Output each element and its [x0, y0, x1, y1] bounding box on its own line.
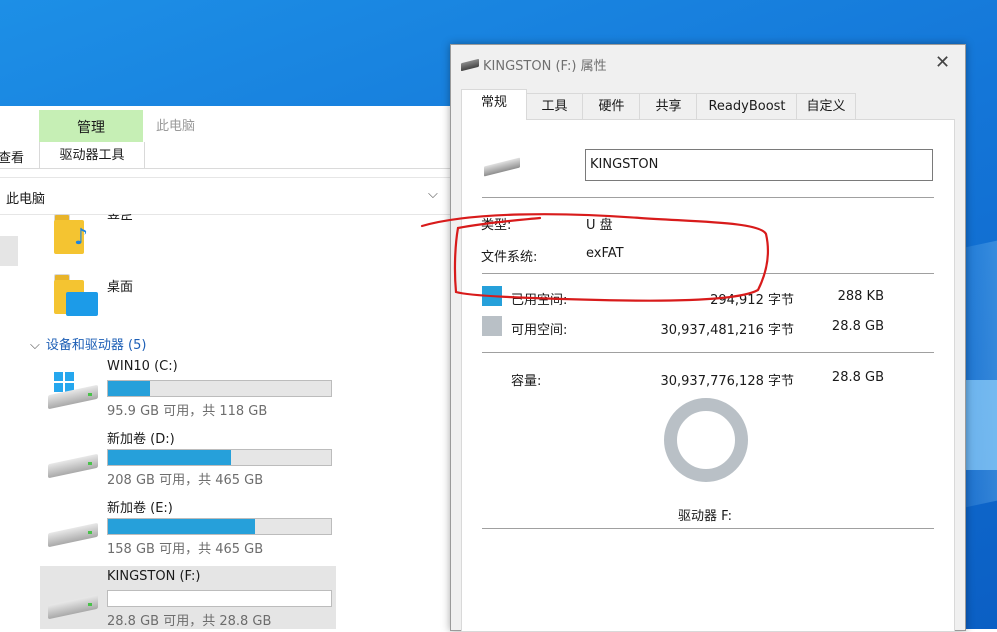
general-tab-panel: KINGSTON 类型: U 盘 文件系统: exFAT 已用空间: 294,9… [461, 119, 955, 632]
used-space-size: 288 KB [837, 289, 884, 304]
drive-name: KINGSTON (F:) [107, 569, 201, 584]
usb-drive-icon [484, 157, 520, 177]
drive-name: 新加卷 (D:) [107, 432, 175, 447]
drive-usage-bar [107, 380, 332, 397]
drive-free-space: 158 GB 可用，共 465 GB [107, 542, 264, 557]
tab-view[interactable]: 查看 [0, 147, 24, 166]
divider [482, 197, 934, 198]
drive-free-space: 208 GB 可用，共 465 GB [107, 473, 264, 488]
ribbon-divider [0, 168, 452, 169]
devices-group-header[interactable]: ⌵ 设备和驱动器 (5) [30, 334, 146, 353]
tab-tools[interactable]: 工具 [525, 93, 584, 120]
usage-donut-chart [664, 398, 748, 482]
address-text: 此电脑 [6, 192, 46, 207]
capacity-label: 容量: [511, 374, 542, 389]
wallpaper-window-glow [962, 380, 997, 470]
address-bar[interactable]: 此电脑 ⌵ [0, 177, 452, 215]
capacity-size: 28.8 GB [831, 370, 884, 385]
drive-letter-label: 驱动器 F: [678, 509, 732, 524]
drive-usage-bar [107, 449, 332, 466]
chevron-down-icon: ⌵ [30, 338, 40, 353]
folder-label-desktop[interactable]: 桌面 [107, 276, 133, 295]
free-space-swatch [482, 316, 502, 336]
drive-name: WIN10 (C:) [107, 359, 178, 374]
drive-usage-bar [107, 518, 332, 535]
chevron-down-icon[interactable]: ⌵ [428, 187, 438, 202]
divider [482, 528, 934, 529]
free-space-label: 可用空间: [511, 323, 568, 338]
music-note-icon: ♪ [74, 225, 89, 250]
filesystem-value: exFAT [586, 246, 624, 261]
desktop-folder-icon[interactable] [54, 274, 98, 316]
dialog-title: KINGSTON (F:) 属性 [483, 59, 607, 74]
used-space-label: 已用空间: [511, 293, 568, 308]
drive-item-f[interactable]: KINGSTON (F:) 28.8 GB 可用，共 28.8 GB [40, 566, 336, 629]
drive-name: 新加卷 (E:) [107, 501, 173, 516]
devices-group-title: 设备和驱动器 (5) [45, 338, 147, 353]
tab-drive-tools-label: 驱动器工具 [59, 148, 125, 163]
used-space-bytes: 294,912 字节 [710, 293, 794, 308]
volume-name-input[interactable]: KINGSTON [585, 149, 933, 181]
used-space-swatch [482, 286, 502, 306]
capacity-bytes: 30,937,776,128 字节 [660, 374, 794, 389]
divider [482, 352, 934, 353]
type-label: 类型: [481, 218, 512, 233]
tab-customize[interactable]: 自定义 [796, 93, 856, 120]
explorer-window-title: 此电脑 [156, 119, 196, 134]
usb-drive-icon [48, 590, 98, 620]
ribbon-manage-label: 管理 [77, 120, 105, 136]
tab-general[interactable]: 常规 [461, 89, 527, 120]
close-button[interactable]: ✕ [935, 52, 950, 73]
hard-drive-icon [48, 518, 98, 548]
tab-sharing[interactable]: 共享 [639, 93, 698, 120]
file-explorer-window: 管理 此电脑 查看 驱动器工具 此电脑 ⌵ ♪ 音乐 桌面 ⌵ 设备和驱动器 (5… [0, 106, 452, 629]
tab-hardware[interactable]: 硬件 [582, 93, 641, 120]
free-space-size: 28.8 GB [831, 319, 884, 334]
music-folder-icon[interactable]: ♪ [54, 214, 98, 254]
nav-pane-selection[interactable] [0, 236, 18, 266]
drive-free-space: 95.9 GB 可用，共 118 GB [107, 404, 268, 419]
type-value: U 盘 [586, 218, 613, 233]
drive-usage-bar [107, 590, 332, 607]
free-space-bytes: 30,937,481,216 字节 [660, 323, 794, 338]
windows-logo-icon [54, 372, 74, 392]
drive-item-e[interactable]: 新加卷 (E:) 158 GB 可用，共 465 GB [40, 494, 336, 563]
tab-drive-tools[interactable]: 驱动器工具 [39, 142, 145, 168]
drive-item-d[interactable]: 新加卷 (D:) 208 GB 可用，共 465 GB [40, 425, 336, 494]
drive-free-space: 28.8 GB 可用，共 28.8 GB [107, 614, 272, 629]
tab-readyboost[interactable]: ReadyBoost [696, 93, 798, 120]
divider [482, 273, 934, 274]
hard-drive-icon [48, 449, 98, 479]
drive-item-c[interactable]: WIN10 (C:) 95.9 GB 可用，共 118 GB [40, 356, 336, 425]
folder-label-music[interactable]: 音乐 [107, 210, 133, 220]
properties-dialog: KINGSTON (F:) 属性 ✕ 常规 工具 硬件 共享 ReadyBoos… [450, 44, 966, 632]
filesystem-label: 文件系统: [481, 250, 538, 265]
hard-drive-icon [48, 372, 98, 410]
usb-drive-icon [461, 58, 479, 72]
